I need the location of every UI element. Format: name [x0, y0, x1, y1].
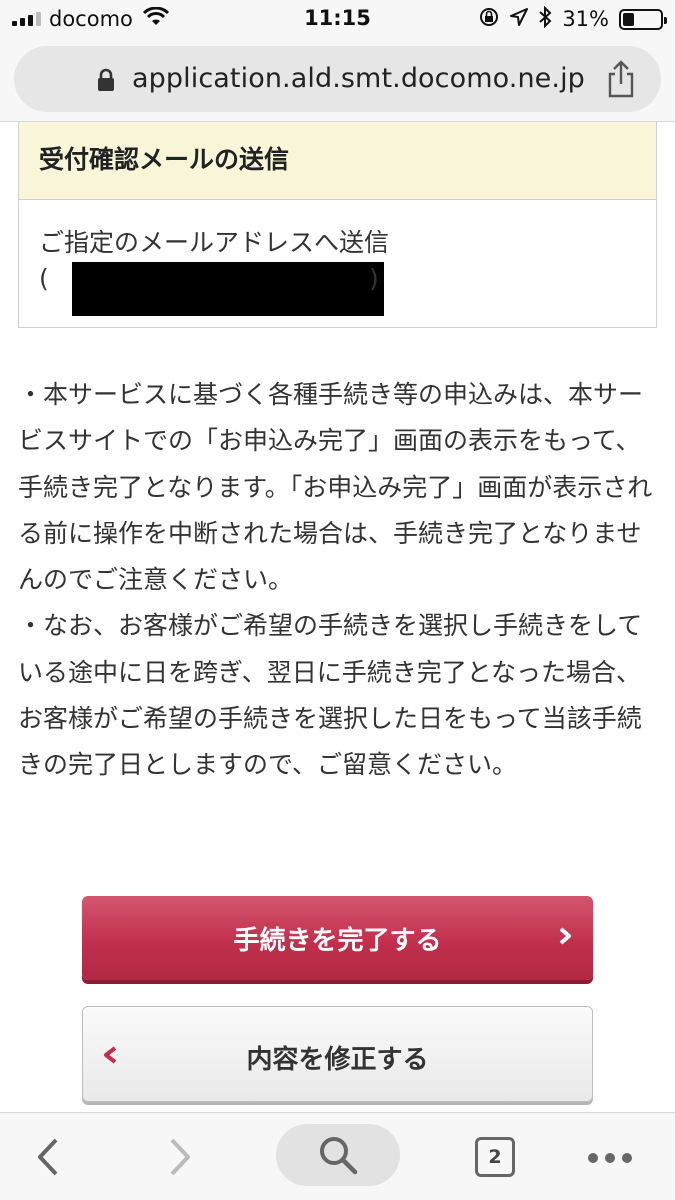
status-right: 31%: [478, 5, 667, 32]
page-content: 受付確認メールの送信 ご指定のメールアドレスへ送信 ( ) ・本サービスに基づく…: [0, 122, 675, 1112]
complete-button-label: 手続きを完了する: [233, 926, 442, 956]
search-button[interactable]: [276, 1124, 400, 1186]
address-bar[interactable]: application.ald.smt.docomo.ne.jp: [14, 46, 661, 112]
chevron-right-icon: [557, 926, 573, 950]
forward-button[interactable]: [160, 1113, 200, 1200]
confirmation-mail-box: 受付確認メールの送信 ご指定のメールアドレスへ送信 ( ): [18, 122, 657, 328]
forward-icon: [170, 1138, 190, 1176]
modify-content-button[interactable]: 内容を修正する: [82, 1006, 593, 1102]
modify-button-label: 内容を修正する: [246, 1045, 429, 1075]
back-button[interactable]: [28, 1113, 68, 1200]
browser-address-area: application.ald.smt.docomo.ne.jp: [0, 40, 675, 122]
address-paren-open: (: [39, 264, 49, 293]
location-icon: [510, 8, 529, 30]
lock-icon: [96, 68, 116, 96]
note-completion: ・本サービスに基づく各種手続き等の申込みは、本サービスサイトでの「お申込み完了」…: [18, 380, 653, 595]
confirmation-mail-heading: 受付確認メールの送信: [19, 122, 656, 200]
email-address-line: ( ): [39, 260, 656, 316]
search-icon: [320, 1137, 358, 1175]
back-icon: [38, 1138, 58, 1176]
note-date-change: ・なお、お客様がご希望の手続きを選択し手続きをしている途中に日を跨ぎ、翌日に手続…: [18, 611, 643, 780]
battery-percent: 31%: [562, 7, 609, 31]
bluetooth-icon: [538, 5, 552, 32]
tabs-button[interactable]: 2: [475, 1137, 515, 1177]
confirmation-mail-text: ご指定のメールアドレスへ送信: [39, 228, 390, 257]
redacted-email-address: [72, 262, 384, 316]
more-options-icon[interactable]: [588, 1153, 632, 1163]
share-icon[interactable]: [605, 60, 637, 102]
notes-section: ・本サービスに基づく各種手続き等の申込みは、本サービスサイトでの「お申込み完了」…: [18, 372, 658, 789]
browser-toolbar: 2: [0, 1112, 675, 1200]
battery-icon: [619, 8, 667, 30]
status-bar: docomo 11:15 31%: [0, 0, 675, 40]
confirmation-mail-body: ご指定のメールアドレスへ送信 ( ): [19, 200, 656, 316]
orientation-lock-icon: [478, 6, 500, 32]
address-paren-close: ): [369, 264, 379, 293]
url-text: application.ald.smt.docomo.ne.jp: [132, 63, 585, 94]
complete-procedure-button[interactable]: 手続きを完了する: [82, 896, 593, 980]
